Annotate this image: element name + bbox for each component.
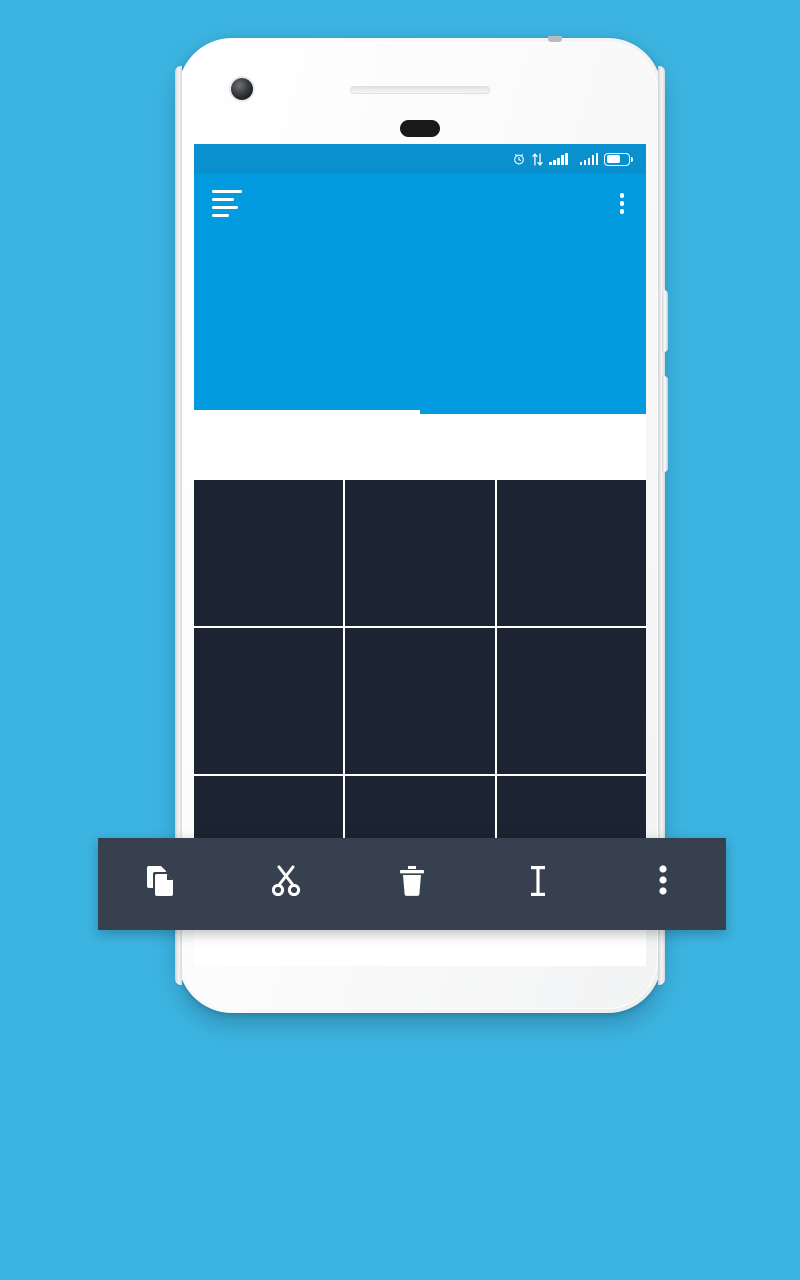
delete-button[interactable] — [349, 864, 475, 905]
section-header-today — [194, 414, 646, 480]
data-transfer-icon — [532, 152, 543, 166]
photo-thumbnail-2[interactable] — [345, 480, 495, 626]
photo-thumbnail-1[interactable] — [194, 480, 344, 626]
power-button[interactable] — [662, 290, 668, 352]
cut-button[interactable] — [224, 864, 350, 905]
scissors-icon — [270, 864, 302, 898]
kebab-menu-icon — [658, 864, 668, 898]
kebab-menu-icon[interactable] — [616, 190, 629, 217]
alarm-clock-icon — [514, 154, 524, 165]
trash-icon — [399, 864, 425, 898]
photo-thumbnail-6[interactable] — [496, 628, 646, 774]
earpiece-speaker-icon — [350, 86, 490, 94]
status-bar — [194, 144, 646, 174]
battery-icon — [604, 152, 633, 166]
signal-bars-icon — [549, 153, 568, 165]
tab-bar — [194, 368, 646, 414]
tab-albums[interactable] — [420, 368, 646, 414]
volume-button[interactable] — [662, 376, 668, 472]
photo-thumbnail-4[interactable] — [194, 628, 344, 774]
copy-button[interactable] — [98, 864, 224, 905]
hamburger-menu-icon[interactable] — [212, 190, 244, 222]
storage-summary — [194, 222, 646, 368]
app-header — [194, 174, 646, 414]
copy-icon — [146, 864, 176, 898]
frame-top-nub — [548, 36, 562, 42]
selection-action-bar — [98, 838, 726, 930]
tab-all[interactable] — [194, 368, 420, 414]
text-cursor-icon — [528, 864, 548, 898]
rename-button[interactable] — [475, 864, 601, 905]
more-button[interactable] — [600, 864, 726, 905]
caption-block — [0, 1058, 800, 1074]
front-camera-icon — [231, 78, 253, 100]
signal-bars-icon-2 — [579, 153, 598, 165]
photo-thumbnail-5[interactable] — [345, 628, 495, 774]
proximity-sensor-icon — [400, 120, 440, 137]
photo-thumbnail-3[interactable] — [496, 480, 646, 626]
